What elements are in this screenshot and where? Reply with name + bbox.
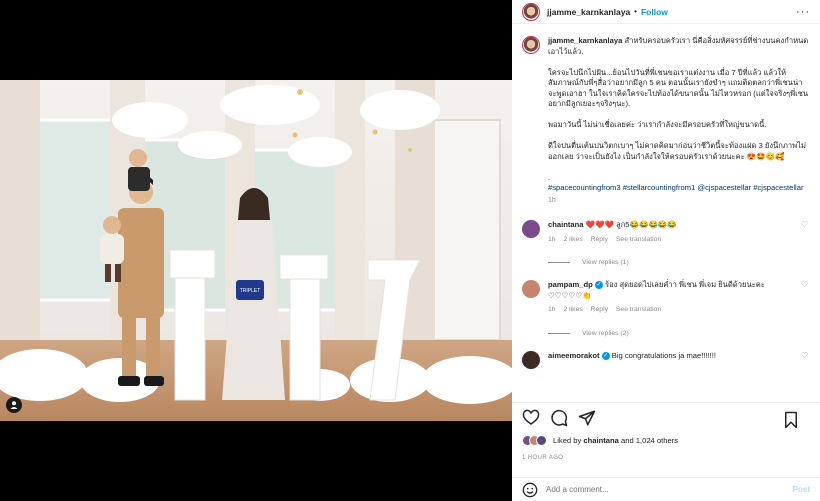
add-comment-bar: Post <box>512 477 820 501</box>
caption-line-3: ดีใจปนตื่นเต้นปนวิตกเบาๆ ไม่คาดคิดมาก่อน… <box>548 141 806 161</box>
post-comment-button[interactable]: Post <box>793 485 810 494</box>
emoji-smiley-icon[interactable] <box>522 482 538 498</box>
view-replies-button[interactable]: View replies (2) <box>548 330 810 337</box>
commenter-avatar[interactable] <box>522 280 540 298</box>
comment-item: pampam_dp ✓ ร้อง สุดยอดไปเลยค่ำา พี่เชน … <box>522 280 810 316</box>
media-pane: TRIPLET <box>0 0 512 501</box>
comment-text: ❤️❤️❤️ ลูก5😂😂😂😂😂 <box>585 220 677 229</box>
likes-summary: Liked by chaintana and 1,024 others <box>522 435 678 446</box>
add-comment-input[interactable] <box>546 485 776 494</box>
post-photo[interactable]: TRIPLET <box>0 80 512 421</box>
person-icon <box>10 401 18 409</box>
comment-like-heart-icon[interactable]: ♡ <box>801 351 808 360</box>
likes-suffix[interactable]: and 1,024 others <box>621 436 678 445</box>
comment-bubble-icon[interactable] <box>550 409 568 427</box>
comments-scroll-area[interactable]: jjamme_karnkanlaya สำหรับครอบครัวเรา นี่… <box>512 24 820 402</box>
author-username[interactable]: jjamme_karnkanlaya <box>547 7 630 17</box>
caption-hashtags[interactable]: #spacecountingfrom3 #stellarcountingfrom… <box>548 183 810 194</box>
commenter-username[interactable]: chaintana <box>548 220 583 229</box>
liker-avatar <box>536 435 547 446</box>
comment-text: Big congratulations ja mae!!!!!!! <box>611 350 717 360</box>
caption-author-avatar[interactable] <box>522 36 540 54</box>
caption-author[interactable]: jjamme_karnkanlaya <box>548 36 622 45</box>
commenter-username[interactable]: aimeemorakot <box>548 351 600 360</box>
caption-time: 1h <box>548 196 556 204</box>
view-replies-button[interactable]: View replies (1) <box>548 259 810 266</box>
reply-button[interactable]: Reply <box>591 306 608 313</box>
commenter-avatar[interactable] <box>522 220 540 238</box>
caption-body: jjamme_karnkanlaya สำหรับครอบครัวเรา นี่… <box>548 36 810 206</box>
caption-line-1: ใครจะไปนึกไปฝัน...ย้อนไปวันที่พี่เชนขอเร… <box>548 67 809 109</box>
comment-like-heart-icon[interactable]: ♡ <box>801 280 808 289</box>
comment-item: aimeemorakot ✓ Big congratulations ja ma… <box>522 350 810 369</box>
post-timestamp[interactable]: 1 HOUR AGO <box>522 455 563 461</box>
follow-button[interactable]: Follow <box>641 7 668 17</box>
reply-button[interactable]: Reply <box>591 236 608 243</box>
comment-likes[interactable]: 2 likes <box>563 236 582 243</box>
like-heart-icon[interactable] <box>522 409 540 427</box>
separator-dot: • <box>634 7 637 16</box>
see-translation-button[interactable]: See translation <box>616 236 661 243</box>
caption-line-2: พอมาวันนี้ ไม่น่าเชื่อเลยค่ะ ว่าเรากำลัง… <box>548 120 767 129</box>
commenter-avatar[interactable] <box>522 350 540 369</box>
comment-item: chaintana ❤️❤️❤️ ลูก5😂😂😂😂😂 1h 2 likes Re… <box>522 220 810 245</box>
save-bookmark-icon[interactable] <box>782 411 800 429</box>
instagram-post-modal: TRIPLET jjamme_karnkanlaya • Follow ··· <box>0 0 820 501</box>
comment-time: 1h <box>548 306 556 313</box>
author-avatar[interactable] <box>522 2 540 21</box>
tagged-users-button[interactable] <box>6 397 22 413</box>
see-translation-button[interactable]: See translation <box>616 306 661 313</box>
commenter-username[interactable]: pampam_dp <box>548 280 593 289</box>
post-action-bar <box>512 402 820 432</box>
likes-prefix: Liked by <box>553 436 582 445</box>
post-header: jjamme_karnkanlaya • Follow ··· <box>512 0 820 24</box>
comment-time: 1h <box>548 235 556 243</box>
replies-divider <box>548 332 570 334</box>
caption-line-4: . <box>548 172 551 182</box>
view-replies-label: View replies (2) <box>582 329 629 337</box>
comment-like-heart-icon[interactable]: ♡ <box>801 220 808 229</box>
share-paper-plane-icon[interactable] <box>578 409 596 427</box>
verified-badge-icon: ✓ <box>594 281 603 289</box>
view-replies-label: View replies (1) <box>582 259 629 266</box>
more-options-icon[interactable]: ··· <box>796 6 810 18</box>
comment-likes[interactable]: 2 likes <box>563 306 582 313</box>
post-sidebar: jjamme_karnkanlaya • Follow ··· jjamme_k… <box>512 0 820 501</box>
letter-card-text: TRIPLET <box>240 288 261 294</box>
likes-user[interactable]: chaintana <box>583 436 618 445</box>
post-photo-image: TRIPLET <box>0 80 512 421</box>
replies-divider <box>548 262 570 263</box>
verified-badge-icon: ✓ <box>601 351 610 360</box>
caption: jjamme_karnkanlaya สำหรับครอบครัวเรา นี่… <box>522 36 810 206</box>
